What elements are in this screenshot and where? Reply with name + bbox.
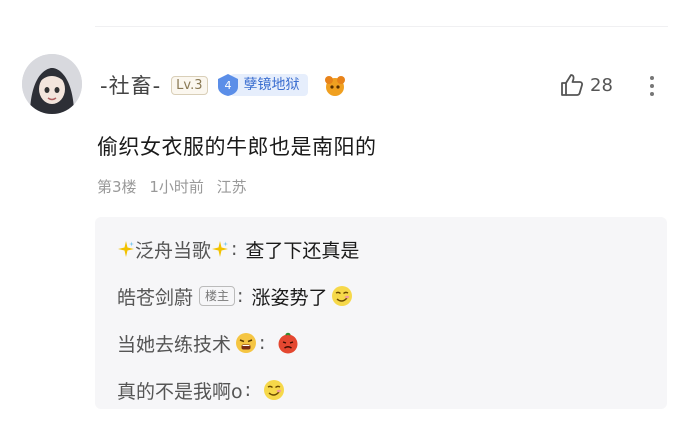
comment-header: -社畜- Lv.3 4 孽镜地狱 <box>100 69 348 101</box>
reply-item[interactable]: 皓苍剑蔚 楼主 : 涨姿势了 <box>117 278 667 314</box>
reply-item[interactable]: 泛舟当歌 : 查了下还真是 <box>117 231 667 267</box>
reply-text: 涨姿势了 <box>251 286 328 309</box>
reply-item[interactable]: 当她去练技术 : <box>117 325 667 361</box>
reply-username[interactable]: 当她去练技术 <box>117 330 257 357</box>
reply-username[interactable]: 皓苍剑蔚 楼主 <box>117 283 236 310</box>
reply-content: 涨姿势了 <box>251 283 353 310</box>
reply-list: 泛舟当歌 : 查了下还真是 皓苍剑蔚 楼主 : 涨姿势了 当她去练技术: 真的… <box>95 217 667 409</box>
op-tag: 楼主 <box>199 286 236 306</box>
angry-red-face-emoji <box>278 332 298 354</box>
reply-username-text: 泛舟当歌 <box>135 239 212 262</box>
more-vertical-icon[interactable] <box>645 72 659 100</box>
reply-content <box>273 332 299 354</box>
username[interactable]: -社畜- <box>100 70 161 100</box>
avatar[interactable] <box>22 54 82 114</box>
reply-colon: : <box>231 238 238 260</box>
sparkle-icon <box>212 241 229 257</box>
level-badge: Lv.3 <box>171 75 208 95</box>
rank-title: 孽镜地狱 <box>229 74 308 96</box>
orange-badge-icon <box>324 76 345 96</box>
huaji-face-emoji <box>332 286 353 306</box>
huaji-face-emoji <box>264 380 285 400</box>
comment-time: 1小时前 <box>149 178 204 196</box>
top-divider <box>95 26 668 27</box>
thumbs-up-icon <box>561 74 584 96</box>
comment-location: 江苏 <box>216 178 247 196</box>
reply-colon: : <box>244 379 252 401</box>
rank-shield-icon: 4 <box>217 74 238 96</box>
floor-number: 第3楼 <box>97 178 137 196</box>
crying-face-emoji <box>236 333 257 353</box>
rank-badge: 4 孽镜地狱 <box>216 73 308 97</box>
reply-username-text: 当她去练技术 <box>117 333 232 356</box>
avatar-image <box>22 54 82 114</box>
like-button[interactable]: 28 <box>559 70 613 100</box>
comment-meta: 第3楼 1小时前 江苏 <box>97 176 247 197</box>
reply-username[interactable]: 泛舟当歌 <box>117 236 229 263</box>
reply-username-text: 真的不是我啊o <box>117 380 243 403</box>
reply-item[interactable]: 真的不是我啊o : <box>117 372 667 408</box>
reply-username-text: 皓苍剑蔚 <box>117 286 194 309</box>
reply-content <box>259 379 285 401</box>
reply-text: 查了下还真是 <box>245 239 360 262</box>
sparkle-icon <box>118 241 134 257</box>
rank-number: 4 <box>224 79 231 92</box>
reply-colon: : <box>259 332 266 354</box>
like-count: 28 <box>590 74 613 96</box>
reply-username[interactable]: 真的不是我啊o <box>117 377 243 404</box>
reply-colon: : <box>237 285 244 307</box>
comment-text: 偷织女衣服的牛郎也是南阳的 <box>97 135 377 159</box>
